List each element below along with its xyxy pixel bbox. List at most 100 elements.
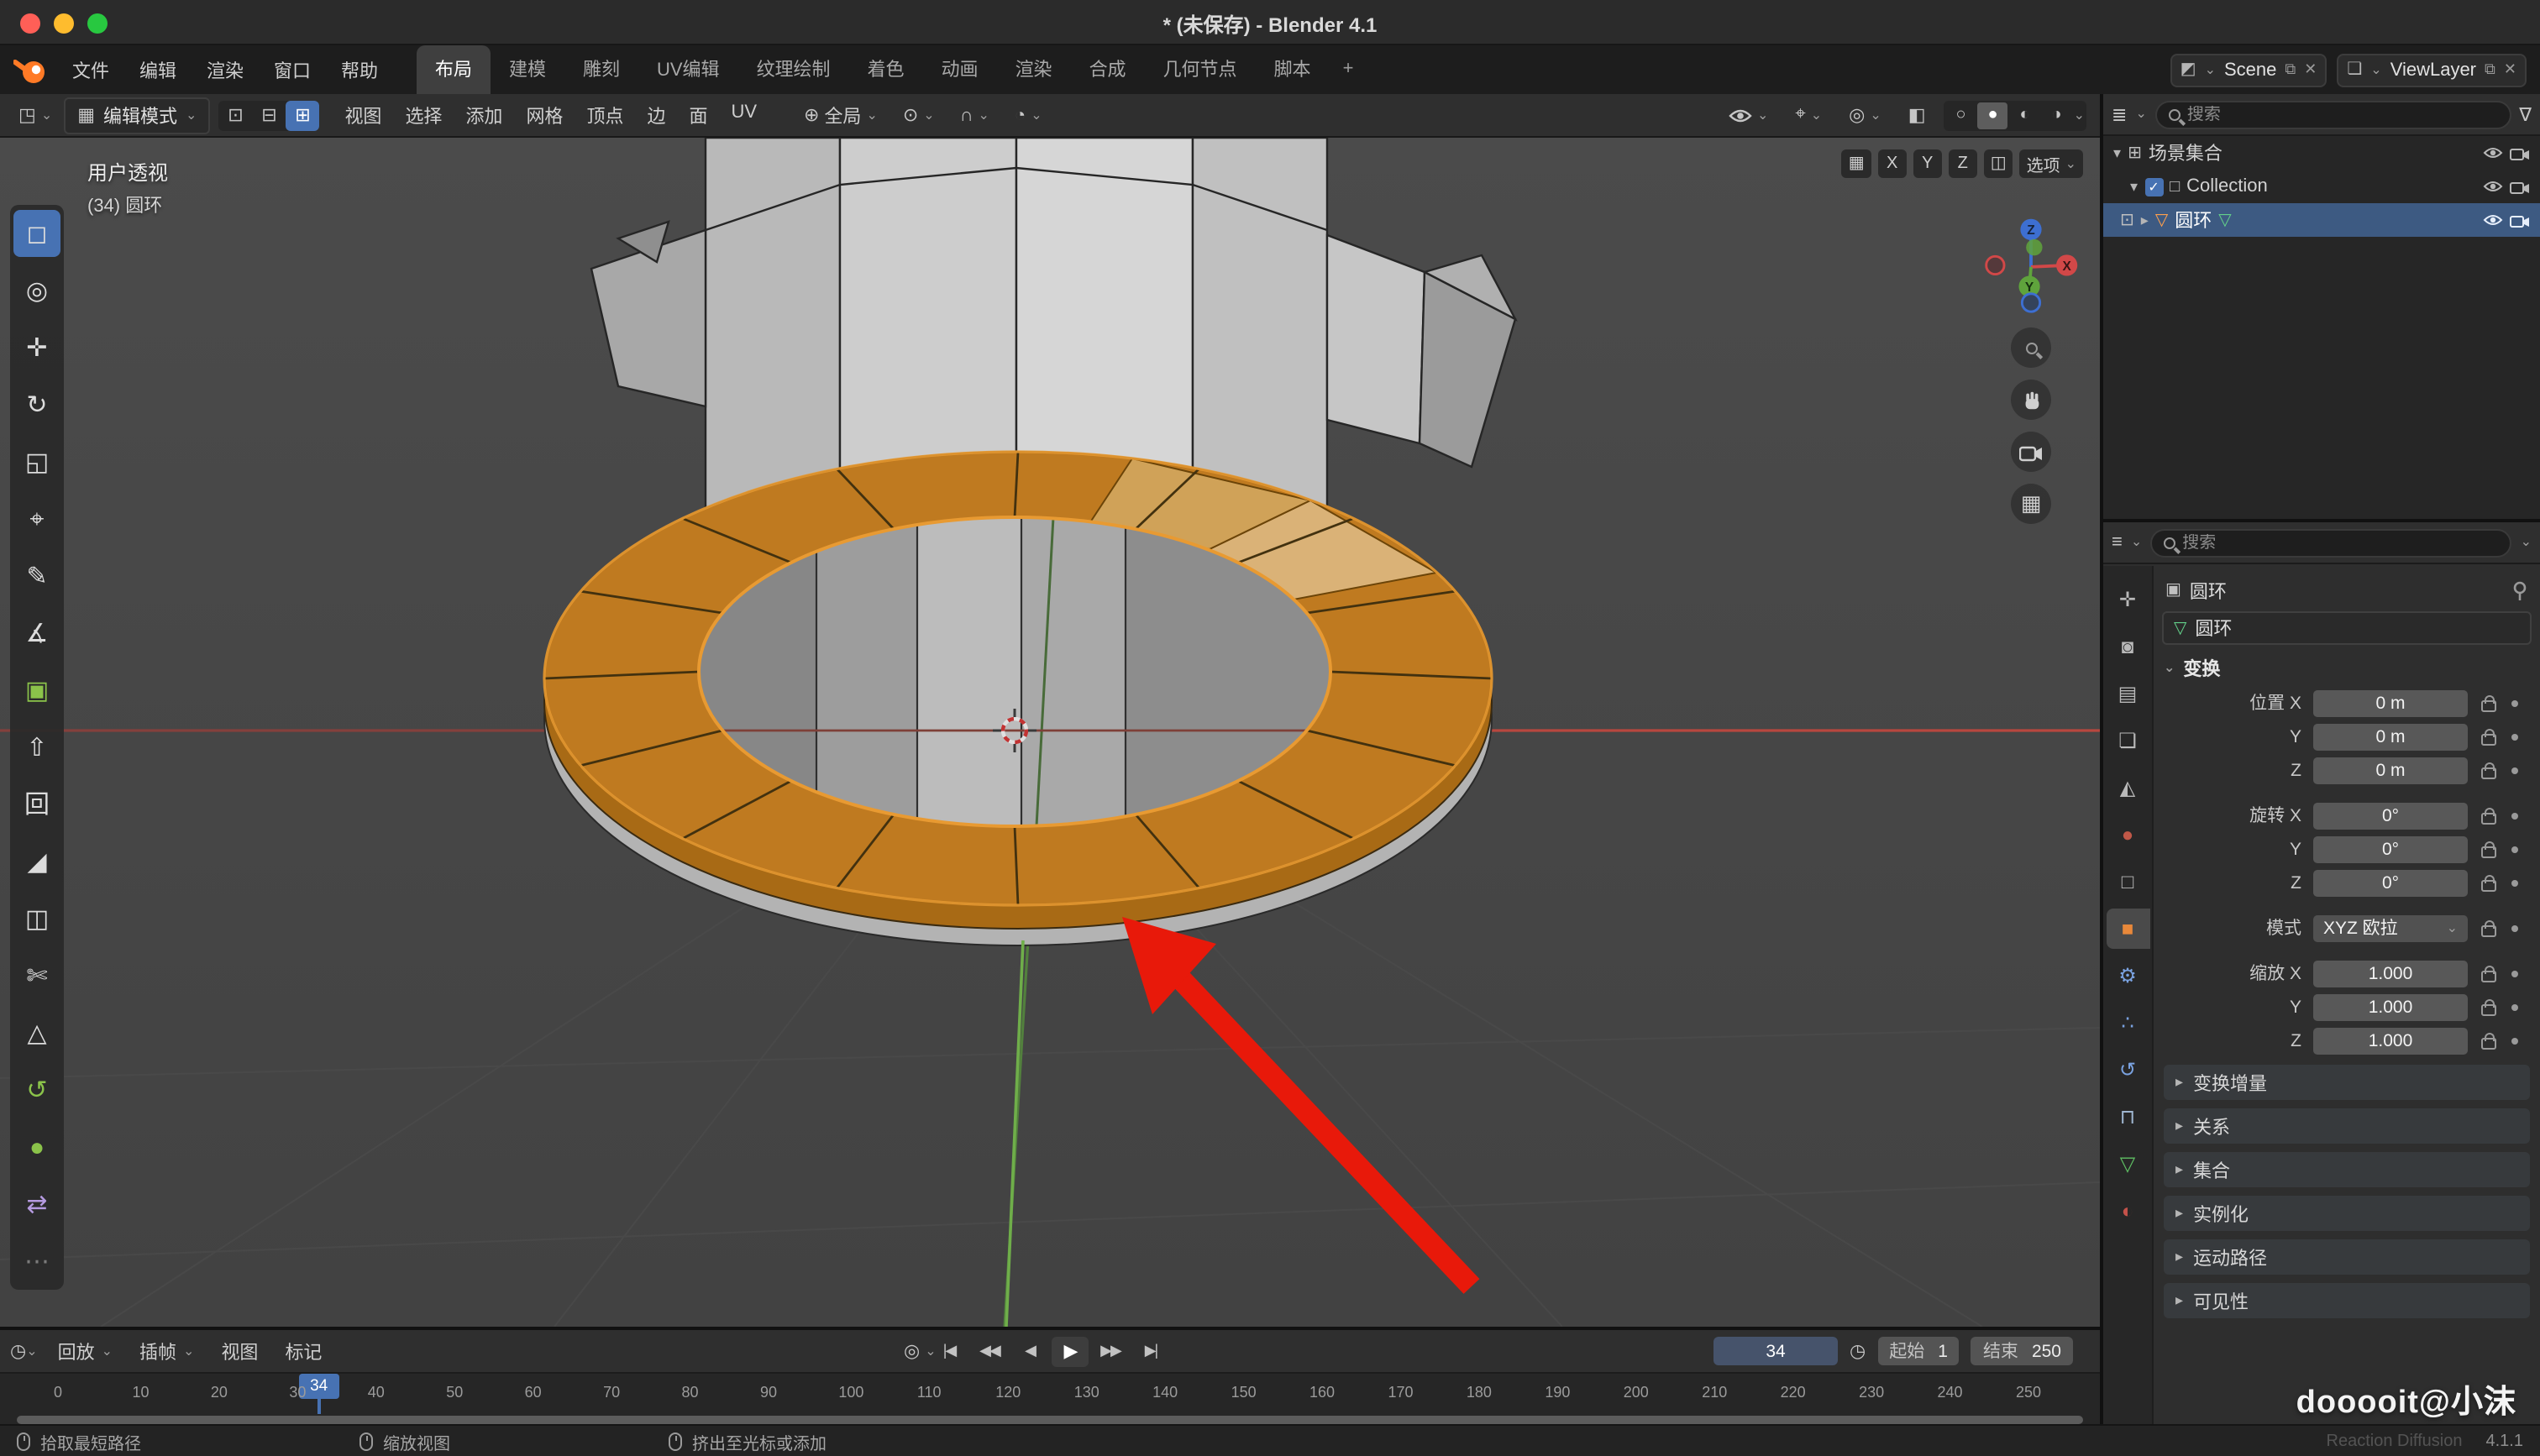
animate-dot[interactable] xyxy=(2511,1037,2518,1044)
smooth-tool[interactable]: ● xyxy=(13,1123,60,1171)
transform-value-field[interactable]: 0° xyxy=(2313,835,2468,862)
workspace-tab[interactable]: 建模 xyxy=(491,45,564,94)
extrude-region-tool[interactable]: ⇧ xyxy=(13,724,60,771)
properties-tab-world[interactable]: ● xyxy=(2106,814,2149,855)
properties-tab-material[interactable]: ◐ xyxy=(2106,1191,2149,1231)
frame-end-field[interactable]: 结束 250 xyxy=(1971,1337,2073,1365)
workspace-tab[interactable]: 几何节点 xyxy=(1145,45,1256,94)
box-select-tool[interactable]: ◻ xyxy=(13,210,60,257)
app-menu-item[interactable]: 编辑 xyxy=(124,51,192,88)
eye-icon[interactable] xyxy=(2483,144,2503,161)
properties-section[interactable]: ▸运动路径 xyxy=(2164,1239,2530,1275)
camera-icon[interactable] xyxy=(2510,145,2530,160)
transform-value-field[interactable]: 0 m xyxy=(2313,757,2468,783)
snap-dropdown[interactable]: ∩ ⌄ xyxy=(952,102,998,128)
mirror-z-button[interactable]: Z xyxy=(1949,149,1977,178)
visibility-dropdown[interactable]: ⌄ xyxy=(1720,103,1776,127)
transform-value-field[interactable]: 0° xyxy=(2313,869,2468,896)
eye-icon[interactable] xyxy=(2483,212,2503,228)
new-viewlayer-icon[interactable]: ⧉ xyxy=(2485,60,2495,79)
properties-tab-render[interactable]: ◙ xyxy=(2106,626,2149,667)
viewport-menu-item[interactable]: 添加 xyxy=(454,97,514,134)
gizmos-dropdown[interactable]: ⌖ ⌄ xyxy=(1787,101,1830,129)
collection-row[interactable]: ▾ ✓ □ Collection xyxy=(2103,170,2540,203)
cursor-tool[interactable]: ◎ xyxy=(13,267,60,314)
solid-shading-button[interactable]: ● xyxy=(1978,102,2008,128)
move-tool[interactable]: ✛ xyxy=(13,324,60,371)
gizmo-x-neg-axis[interactable] xyxy=(1986,256,2004,274)
knife-tool[interactable]: ✄ xyxy=(13,952,60,999)
animate-dot[interactable] xyxy=(2511,812,2518,819)
workspace-tab[interactable]: 纹理绘制 xyxy=(738,45,849,94)
jump-to-start-button[interactable]: |◀ xyxy=(931,1336,968,1366)
viewport-menu-item[interactable]: 选择 xyxy=(393,97,454,134)
camera-icon[interactable] xyxy=(2510,179,2530,194)
viewport-menu-item[interactable]: UV xyxy=(719,97,769,134)
object-data-field[interactable]: ▽ 圆环 xyxy=(2162,611,2532,645)
timeline-menu-item[interactable]: 回放⌄ xyxy=(45,1333,126,1370)
timeline-scrollbar[interactable] xyxy=(17,1416,2083,1424)
xray-toggle[interactable]: ◧ xyxy=(1900,101,1934,129)
chevron-right-icon[interactable]: ▸ xyxy=(2141,211,2149,229)
auto-key-icon[interactable]: ◎ xyxy=(904,1340,920,1362)
rendered-shading-button[interactable]: ◑ xyxy=(2042,102,2072,128)
lock-icon[interactable] xyxy=(2481,846,2496,857)
current-frame-field[interactable]: 34 xyxy=(1713,1337,1838,1365)
transform-value-field[interactable]: 0 m xyxy=(2313,723,2468,750)
properties-editor-icon[interactable]: ≡ xyxy=(2112,532,2123,553)
workspace-tab[interactable]: 渲染 xyxy=(997,45,1071,94)
lock-icon[interactable] xyxy=(2481,970,2496,982)
viewport-menu-item[interactable]: 网格 xyxy=(514,97,575,134)
collection-checkbox[interactable]: ✓ xyxy=(2144,177,2163,196)
zoom-button[interactable] xyxy=(2011,327,2051,368)
properties-tab-object[interactable]: ■ xyxy=(2106,909,2149,949)
workspace-tab[interactable]: UV编辑 xyxy=(638,45,738,94)
filter-icon[interactable]: ∇ xyxy=(2519,103,2532,125)
scene-selector[interactable]: ◩ ⌄ Scene ⧉ ✕ xyxy=(2170,53,2327,86)
lock-icon[interactable] xyxy=(2481,1037,2496,1049)
poly-build-tool[interactable]: △ xyxy=(13,1009,60,1056)
transform-value-field[interactable]: XYZ 欧拉⌄ xyxy=(2313,914,2468,941)
workspace-tab[interactable]: 脚本 xyxy=(1256,45,1330,94)
orientation-gizmo[interactable]: Z X Y xyxy=(1979,212,2083,316)
mirror-y-button[interactable]: Y xyxy=(1913,149,1942,178)
add-cube-tool[interactable]: ▣ xyxy=(13,667,60,714)
timeline-menu-item[interactable]: 标记 xyxy=(271,1333,335,1370)
properties-section[interactable]: ▸可见性 xyxy=(2164,1283,2530,1318)
bevel-tool[interactable]: ◢ xyxy=(13,838,60,885)
overlays-dropdown[interactable]: ◎ ⌄ xyxy=(1840,101,1890,129)
options-dropdown[interactable]: 选项 ⌄ xyxy=(2020,149,2083,178)
transform-value-field[interactable]: 1.000 xyxy=(2313,993,2468,1020)
correct-face-icon[interactable]: ◫ xyxy=(1984,149,2013,178)
properties-section[interactable]: ▸关系 xyxy=(2164,1108,2530,1144)
outliner-editor-icon[interactable]: ≣ xyxy=(2112,103,2127,125)
properties-search[interactable] xyxy=(2150,528,2511,557)
viewport-menu-item[interactable]: 视图 xyxy=(333,97,393,134)
eye-icon[interactable] xyxy=(2483,178,2503,195)
workspace-tab[interactable]: 动画 xyxy=(923,45,997,94)
workspace-tab[interactable]: 雕刻 xyxy=(564,45,638,94)
measure-tool[interactable]: ∡ xyxy=(13,610,60,657)
scene-3d-view[interactable] xyxy=(0,138,2100,1327)
transform-panel-header[interactable]: ⌄ 变换 xyxy=(2160,652,2533,685)
scale-tool[interactable]: ◱ xyxy=(13,438,60,485)
orientation-dropdown[interactable]: ⊕ 全局 ⌄ xyxy=(795,98,886,132)
outliner-search-input[interactable] xyxy=(2187,105,2497,123)
viewport[interactable]: 用户透视 (34) 圆环 ◻◎✛↻◱⌖✎∡▣⇧回◢◫✄△↺●⇄⋯ ▦ X Y Z… xyxy=(0,138,2100,1327)
timeline-menu-item[interactable]: 插帧⌄ xyxy=(126,1333,207,1370)
properties-section[interactable]: ▸变换增量 xyxy=(2164,1065,2530,1100)
viewlayer-selector[interactable]: ❏ ⌄ ViewLayer ⧉ ✕ xyxy=(2337,53,2527,86)
properties-tab-constraints[interactable]: ⊓ xyxy=(2106,1097,2149,1137)
editor-type-button[interactable]: ◳ ⌄ xyxy=(10,101,60,129)
properties-tab-tool[interactable]: ✛ xyxy=(2106,579,2149,620)
animate-dot[interactable] xyxy=(2511,767,2518,773)
transform-value-field[interactable]: 1.000 xyxy=(2313,960,2468,987)
transform-tool[interactable]: ⌖ xyxy=(13,495,60,542)
blender-logo-icon[interactable] xyxy=(13,55,47,85)
app-menu-item[interactable]: 文件 xyxy=(57,51,124,88)
inset-faces-tool[interactable]: 回 xyxy=(13,781,60,828)
app-menu-item[interactable]: 帮助 xyxy=(326,51,393,88)
annotate-tool[interactable]: ✎ xyxy=(13,553,60,600)
viewport-menu-item[interactable]: 边 xyxy=(635,97,677,134)
animate-dot[interactable] xyxy=(2511,846,2518,852)
